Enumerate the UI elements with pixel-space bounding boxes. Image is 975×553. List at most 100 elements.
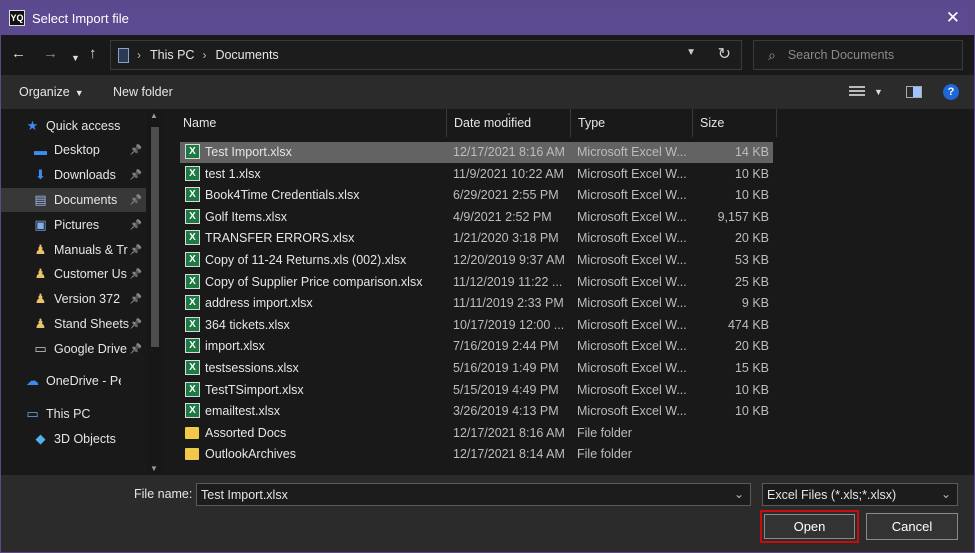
file-row[interactable]: X 364 tickets.xlsx 10/17/2019 12:00 ... Mic… [180,315,773,336]
scroll-up-icon[interactable]: ▲ [150,111,158,120]
computer-icon: ▭ [26,406,39,421]
chevron-down-icon[interactable]: ⌄ [734,487,744,501]
user-folder-icon: ♟ [34,291,47,306]
scrollbar-thumb[interactable] [151,127,159,347]
sidebar-item[interactable]: ▣ Pictures 📌 [1,213,146,237]
file-row[interactable]: X Test Import.xlsx 12/17/2021 8:16 AM Micro… [180,142,773,163]
sidebar-item-label: Pictures [54,218,100,232]
star-icon: ★ [26,118,39,133]
file-row[interactable]: X Book4Time Credentials.xlsx 6/29/2021 2:5… [180,185,773,206]
column-header-size[interactable]: Size [693,109,777,137]
file-type-cell: Microsoft Excel W... [577,296,687,311]
file-type-cell: Microsoft Excel W... [577,209,687,224]
excel-file-icon: X [185,295,200,311]
file-type-select[interactable]: Excel Files (*.xls;*.xlsx) ⌄ [762,483,958,506]
file-name-cell: address import.xlsx [205,296,313,311]
file-row[interactable]: Ximport.xlsx 7/16/2019 2:44 PM Microsoft E… [180,336,773,357]
sidebar-item[interactable]: ▬ Desktop 📌 [1,138,146,162]
sidebar-item[interactable]: ♟ Customer Us 📌 [1,262,146,286]
sidebar-item[interactable]: ◆ 3D Objects [1,427,146,451]
organize-button[interactable]: Organize ▼ [19,85,84,99]
help-icon[interactable]: ? [943,84,959,100]
pin-icon[interactable]: 📌 [130,170,142,181]
file-row[interactable]: X Copy of 11-24 Returns.xls (002).xlsx 12/… [180,250,773,271]
pin-icon[interactable]: 📌 [130,220,142,231]
sidebar-item[interactable]: ♟ Stand Sheets 📌 [1,312,146,336]
file-type-cell: File folder [577,425,632,440]
file-name-input[interactable]: Test Import.xlsx ⌄ [196,483,751,506]
refresh-icon[interactable]: ↻ [718,44,731,64]
breadcrumb-chevron-icon[interactable]: › [137,48,141,62]
sidebar-item[interactable]: ☁ OneDrive - Persor [1,369,146,393]
command-bar: Organize ▼ New folder ▼ ? [1,75,974,109]
column-header-date[interactable]: Date modified [447,109,571,137]
file-row[interactable]: Xaddress import.xlsx 11/11/2019 2:33 PM Mi… [180,293,773,314]
breadcrumb-this-pc[interactable]: This PC [150,48,194,62]
file-row[interactable]: Xtestsessions.xlsx 5/16/2019 1:49 PM Micro… [180,358,773,379]
up-arrow-icon[interactable]: ↑ [89,45,97,63]
address-bar[interactable]: › This PC › Documents ▼ ↻ [110,40,742,70]
sidebar-item[interactable]: ♟ Manuals & Tr 📌 [1,238,146,262]
sidebar-item-label: Quick access [46,119,121,133]
pin-icon[interactable]: 📌 [130,319,142,330]
chevron-down-icon[interactable]: ▼ [874,87,883,97]
documents-icon: ▤ [34,192,47,207]
file-date-cell: 11/12/2019 11:22 ... [453,274,563,289]
sidebar-item-label: Downloads [54,168,116,182]
file-type-cell: Microsoft Excel W... [577,166,687,181]
file-size-cell: 14 KB [734,145,769,159]
file-type-cell: Microsoft Excel W... [577,231,687,246]
sidebar-item-label: Documents [54,193,118,207]
file-row[interactable]: X TRANSFER ERRORS.xlsx 1/21/2020 3:18 PM Mi… [180,228,773,249]
sidebar-item[interactable]: ⬇ Downloads 📌 [1,163,146,187]
search-box[interactable]: ⌕ Search Documents [753,40,963,70]
pictures-icon: ▣ [34,217,47,232]
file-size-cell: 474 KB [727,317,769,332]
new-folder-button[interactable]: New folder [113,85,173,99]
file-type-cell: Microsoft Excel W... [577,361,687,375]
column-header-name[interactable]: Name [176,109,447,137]
breadcrumb-documents[interactable]: Documents [215,48,278,62]
pin-icon[interactable]: 📌 [130,195,142,206]
pin-icon[interactable]: 📌 [130,245,142,256]
file-row[interactable]: Assorted Docs 12/17/2021 8:16 AM File fold… [180,423,773,444]
recent-locations-chevron-icon[interactable]: ▼ [71,49,80,67]
organize-label: Organize [19,85,70,99]
sidebar-item[interactable]: ▤ Documents 📌 [1,188,146,212]
close-icon[interactable]: ✕ [946,9,960,26]
sidebar-item[interactable]: ♟ Version 372 📌 [1,287,146,311]
back-arrow-icon[interactable]: ← [11,45,26,63]
chevron-down-icon[interactable]: ⌄ [941,487,951,501]
preview-pane-icon[interactable] [906,86,922,98]
file-row[interactable]: X Golf Items.xlsx 4/9/2021 2:52 PM Microsof… [180,207,773,228]
file-row[interactable]: X Copy of Supplier Price comparison.xlsx 1… [180,272,773,293]
view-options-icon[interactable] [849,86,865,98]
open-button[interactable]: Open [760,510,859,543]
file-type-cell: Microsoft Excel W... [577,145,687,159]
sidebar-item[interactable]: ★ Quick access [1,114,146,138]
column-header-type[interactable]: Type [571,109,693,137]
file-row[interactable]: OutlookArchives 12/17/2021 8:14 AM File fo… [180,444,773,465]
file-row[interactable]: Xtest 1.xlsx 11/9/2021 10:22 AM Microsoft … [180,164,773,185]
file-dialog: YQ Select Import file ✕ ← → ▼ ↑ › This P… [0,0,975,553]
download-icon: ⬇ [35,167,46,182]
pin-icon[interactable]: 📌 [130,294,142,305]
file-type-cell: Microsoft Excel W... [577,253,687,267]
file-type-cell: Microsoft Excel W... [577,188,687,203]
pin-icon[interactable]: 📌 [130,145,142,156]
file-row[interactable]: Xemailtest.xlsx 3/26/2019 4:13 PM Microsof… [180,401,773,422]
scroll-down-icon[interactable]: ▼ [150,464,158,473]
file-name-cell: TRANSFER ERRORS.xlsx [205,231,355,246]
sidebar-item[interactable]: ▭ Google Drive 📌 [1,337,146,361]
address-dropdown-icon[interactable]: ▼ [686,47,696,58]
pin-icon[interactable]: 📌 [130,269,142,280]
sidebar-item-label: 3D Objects [54,432,116,446]
file-date-cell: 12/20/2019 9:37 AM [453,253,565,267]
navigation-scrollbar[interactable]: ▲ ▼ [147,109,163,475]
breadcrumb-chevron-icon[interactable]: › [202,48,206,62]
forward-arrow-icon[interactable]: → [43,45,58,63]
sidebar-item[interactable]: ▭ This PC [1,402,146,426]
file-row[interactable]: X TestTSimport.xlsx 5/15/2019 4:49 PM Micro… [180,380,773,401]
pin-icon[interactable]: 📌 [130,344,142,355]
cancel-button[interactable]: Cancel [866,513,958,540]
